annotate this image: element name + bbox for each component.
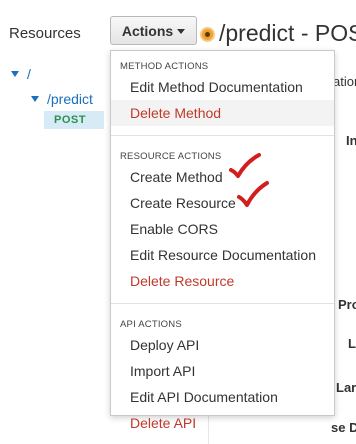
background-label-lar: Lar <box>336 380 356 395</box>
status-dot-icon <box>200 27 215 42</box>
menu-divider <box>111 135 334 136</box>
menu-item-create-method[interactable]: Create Method <box>111 164 334 190</box>
background-label-se-d: se D <box>331 420 356 435</box>
background-label-l: L <box>348 336 356 351</box>
triangle-down-icon[interactable] <box>31 96 39 102</box>
menu-item-enable-cors[interactable]: Enable CORS <box>111 216 334 242</box>
menu-item-delete-method[interactable]: Delete Method <box>111 100 334 126</box>
menu-section-header-resource-actions: RESOURCE ACTIONS <box>120 151 222 162</box>
menu-item-deploy-api[interactable]: Deploy API <box>111 332 334 358</box>
background-label-pro: Pro <box>338 297 356 312</box>
menu-item-import-api[interactable]: Import API <box>111 358 334 384</box>
page-title: /predict - POST <box>219 20 356 46</box>
tree-item-post-method[interactable]: POST <box>44 111 104 129</box>
resources-title: Resources <box>9 25 81 42</box>
menu-item-edit-api-documentation[interactable]: Edit API Documentation <box>111 384 334 410</box>
checkmark-icon <box>229 153 261 178</box>
menu-divider <box>111 303 334 304</box>
menu-item-delete-api[interactable]: Delete API <box>111 410 334 436</box>
actions-button-label: Actions <box>121 22 174 39</box>
actions-button[interactable]: Actions <box>110 16 197 45</box>
actions-dropdown-menu: METHOD ACTIONS Edit Method Documentation… <box>110 50 335 431</box>
background-label-ation: ation <box>333 74 356 89</box>
tree-item-root-label[interactable]: / <box>27 66 31 82</box>
api-gateway-console: Resources / /predict POST /predict - POS… <box>0 0 356 444</box>
caret-down-icon <box>177 28 186 34</box>
tree-item-root[interactable]: / <box>11 66 31 82</box>
checkmark-icon <box>237 181 269 207</box>
tree-item-predict[interactable]: /predict <box>31 91 93 107</box>
triangle-down-icon[interactable] <box>11 71 19 77</box>
menu-item-create-resource[interactable]: Create Resource <box>111 190 334 216</box>
menu-item-edit-method-documentation[interactable]: Edit Method Documentation <box>111 74 334 100</box>
menu-item-delete-resource[interactable]: Delete Resource <box>111 268 334 294</box>
menu-section-header-api-actions: API ACTIONS <box>120 319 182 330</box>
menu-item-edit-resource-documentation[interactable]: Edit Resource Documentation <box>111 242 334 268</box>
menu-section-header-method-actions: METHOD ACTIONS <box>120 61 209 72</box>
background-label-in: In <box>346 133 356 148</box>
tree-item-predict-label[interactable]: /predict <box>47 91 93 107</box>
